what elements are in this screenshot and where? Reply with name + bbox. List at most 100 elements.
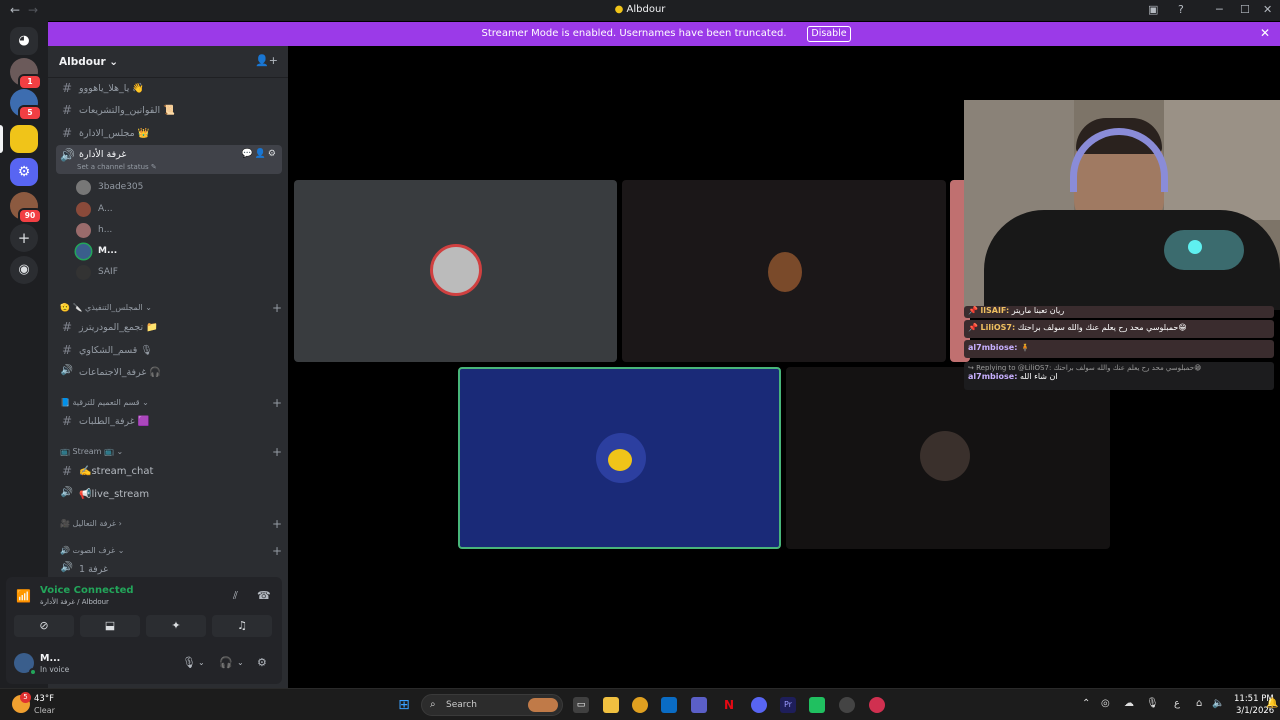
avatar [768,252,802,292]
online-status-icon [29,668,37,676]
invite-people-icon[interactable]: 👤+ [255,54,278,67]
taskbar-search[interactable]: ⌕ Search [421,694,563,716]
speaker-icon: 🔊 [60,562,74,573]
hash-icon: # [61,414,73,428]
server-icon-2[interactable]: 5 [10,89,42,121]
voice-status-title[interactable]: Voice Connected [40,585,134,596]
channel-stream-chat[interactable]: # ✍️stream_chat [56,461,282,481]
windows-start-icon[interactable]: ⊞ [396,697,412,713]
channel-rules[interactable]: # القوانين_والتشريعات 📜 [56,100,282,120]
teams-icon[interactable] [691,697,707,713]
participant-tile[interactable] [786,367,1110,549]
settings-icon[interactable]: ⚙ [268,149,278,159]
chrome-icon[interactable] [632,697,648,713]
browser-icon[interactable] [869,697,885,713]
server-icon-albdour[interactable] [10,125,38,153]
premiere-icon[interactable]: Pr [780,697,796,713]
add-channel-icon[interactable]: + [272,517,282,531]
category-executive[interactable]: 🫡 🔪 المجلس_التنفيذي ⌄ + [60,301,282,317]
discover-icon[interactable]: ◉ [10,256,38,284]
channel-requests[interactable]: # غرفة_الطلبات 🟪 [56,411,282,431]
chat-icon[interactable]: 💬 [241,149,254,159]
channel-live-stream[interactable]: 🔊 📢live_stream [56,484,282,504]
discord-taskbar-icon[interactable] [751,697,767,713]
guild-name: Albdour ⌄ [59,56,119,68]
outlook-icon[interactable] [661,697,677,713]
server-icon-bot[interactable]: ⚙ [10,158,38,186]
microphone-icon[interactable]: 🎙 [182,656,196,669]
username[interactable]: M... [40,653,60,664]
channel-welcome[interactable]: # يا_هلا_ياهووو 👋 [56,78,282,98]
weather-badge: 5 [20,692,31,703]
user-settings-icon[interactable]: ⚙ [257,656,267,669]
server-icon-5[interactable]: 90 [10,192,42,224]
add-server-icon[interactable]: + [10,224,38,252]
close-window-icon[interactable]: ✕ [1263,3,1272,16]
participant-tile[interactable] [294,180,617,362]
stream-chat-overlay: 📌 llSAIF: ريان تعبنا ماريتر 📌 LiliOS7: ح… [964,306,1280,390]
guild-header[interactable]: Albdour ⌄ 👤+ [48,46,288,78]
voice-status-subtitle[interactable]: غرفة الأدارة / Albdour [40,598,109,606]
close-banner-icon[interactable]: ✕ [1260,26,1270,40]
hash-icon: # [61,464,73,478]
hash-icon: # [61,103,73,117]
hash-icon: # [61,81,73,95]
signal-icon[interactable]: 📶 [16,589,31,603]
weather-desc[interactable]: Clear [34,706,55,715]
volume-icon[interactable]: 🔈 [1212,698,1224,709]
channel-complaints[interactable]: # قسم_الشكاوي 🎙 [56,340,282,360]
channel-meetings[interactable]: 🔊 غرفة_الاجتماعات 🎧 [56,362,282,382]
channel-room-1[interactable]: 🔊 غرفة 1 [56,559,282,579]
netflix-icon[interactable]: N [721,697,737,713]
network-icon[interactable]: ⌂ [1196,698,1202,709]
channel-admin-council[interactable]: # مجلس_الادارة 👑 [56,123,282,143]
speaking-participant-tile[interactable] [458,367,781,549]
add-channel-icon[interactable]: + [272,445,282,459]
add-channel-icon[interactable]: + [272,301,282,315]
server-icon-1[interactable]: 1 [10,58,42,90]
chevron-down-icon[interactable]: ⌄ [198,658,205,667]
app-icon[interactable] [809,697,825,713]
activities-button[interactable]: ✦ [146,615,206,637]
minimize-icon[interactable]: ─ [1216,3,1223,16]
headphones-icon[interactable]: 🎧 [219,656,233,669]
category-promotion[interactable]: 📘 قسم التعميم للترقية ⌄ + [60,396,282,412]
chevron-down-icon[interactable]: ⌄ [237,658,244,667]
camera-off-button[interactable]: ⊘ [14,615,74,637]
hash-icon: # [61,343,73,357]
security-icon[interactable]: ◎ [1101,698,1110,709]
file-explorer-icon[interactable] [603,697,619,713]
channel-status-prompt[interactable]: Set a channel status ✎ [77,163,157,171]
avatar [76,244,91,259]
search-icon: ⌕ [430,699,436,710]
soundboard-button[interactable]: ♫ [212,615,272,637]
share-screen-button[interactable]: ⬓ [80,615,140,637]
disable-streamer-button[interactable]: Disable [807,26,851,42]
notification-icon[interactable]: 🔔 [1266,698,1278,709]
active-voice-channel[interactable]: 🔊 غرفة الأدارة Set a channel status ✎ 💬👤… [56,145,282,174]
channel-moderators[interactable]: # تجمع_المودريترز 📁 [56,317,282,337]
maximize-icon[interactable]: ☐ [1240,3,1250,16]
obs-icon[interactable] [839,697,855,713]
participant-tile[interactable] [622,180,946,362]
task-view-icon[interactable]: ▭ [573,697,589,713]
invite-icon[interactable]: 👤 [255,149,268,159]
category-stream[interactable]: 📺 Stream 📺 ⌄ + [60,445,282,461]
mic-tray-icon[interactable]: 🎙 [1146,698,1159,709]
discord-home-icon[interactable]: ◕ [10,27,38,55]
title-bar: ← → ● Albdour ▣ ? ─ ☐ ✕ [0,0,1280,21]
add-channel-icon[interactable]: + [272,396,282,410]
help-icon[interactable]: ? [1178,3,1184,16]
noise-suppression-icon[interactable]: ⫽ [233,589,238,603]
category-voice-rooms[interactable]: 🔊 غرف الصوت ⌄ + [60,544,282,560]
chat-message: 📌 llSAIF: ريان تعبنا ماريتر [964,306,1274,318]
category-lounges[interactable]: 🎥 غرفة التعاليل › + [60,517,282,533]
tray-overflow-icon[interactable]: ⌃ [1082,698,1090,709]
language-indicator[interactable]: ع [1174,698,1180,709]
add-channel-icon[interactable]: + [272,544,282,558]
cloud-icon[interactable]: ☁ [1124,698,1134,709]
inbox-icon[interactable]: ▣ [1148,3,1158,16]
weather-temp[interactable]: 43°F [34,694,54,704]
disconnect-icon[interactable]: ☎ [257,589,271,602]
windows-taskbar: 5 43°F Clear ⊞ ⌕ Search ▭ N Pr ⌃ ◎ ☁ 🎙 ع… [0,688,1280,720]
